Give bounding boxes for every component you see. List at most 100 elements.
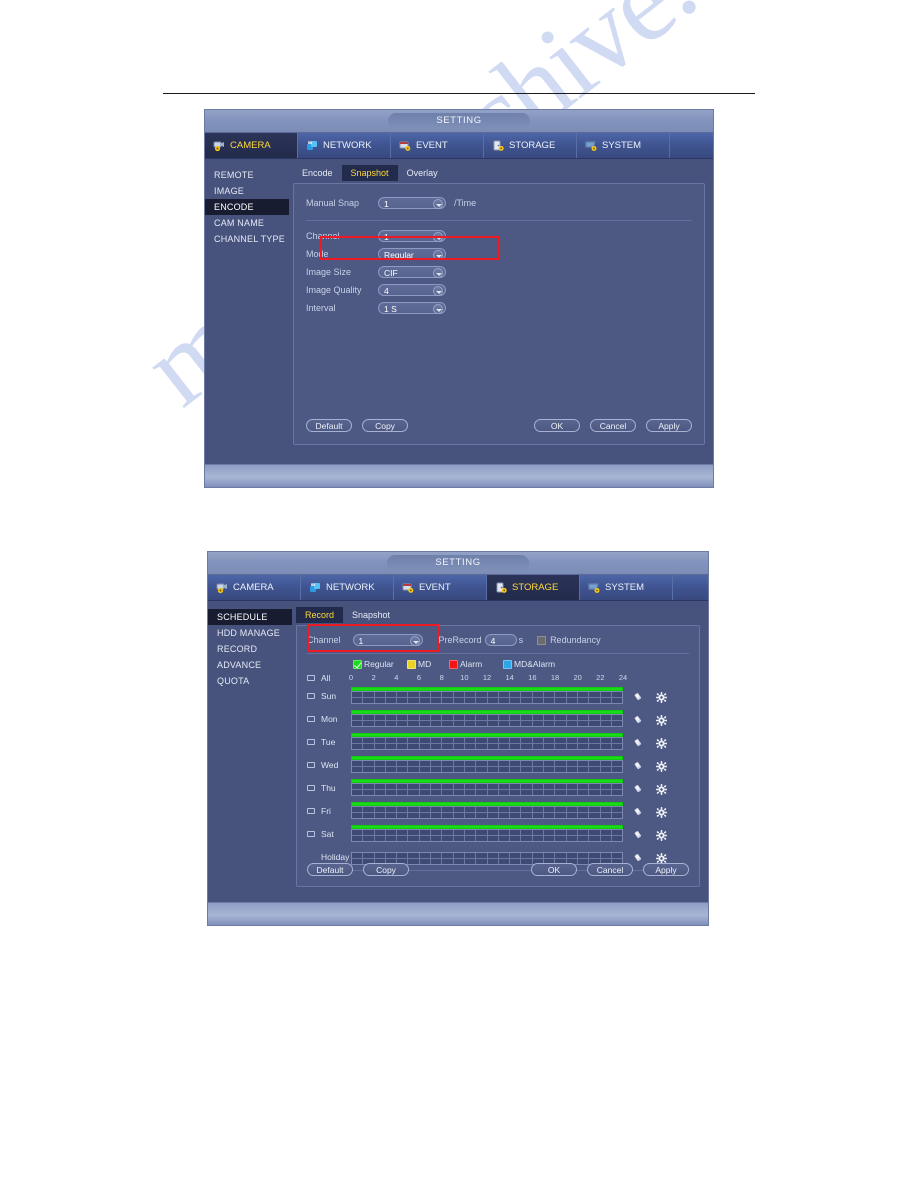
timeline-cell[interactable] [363,714,375,726]
timeline-cell[interactable] [555,806,567,818]
timeline-cell[interactable] [567,737,578,749]
tab-camera[interactable]: CAMERA [208,575,301,600]
dialog2-tabbar[interactable]: CAMERA NETWORK EVENT STORAGE SYSTEM [208,575,708,601]
timeline-cell[interactable] [465,806,477,818]
eraser-icon[interactable] [633,713,644,724]
timeline-cell[interactable] [488,806,499,818]
timeline-cell[interactable] [555,783,567,795]
apply-button[interactable]: Apply [643,862,689,876]
timeline-cell[interactable] [420,806,432,818]
timeline-cell[interactable] [533,737,545,749]
schedule-legend[interactable]: Regular MD Alarm MD&Alarm [353,658,555,670]
timeline-cell[interactable] [431,737,443,749]
legend-item-md-alarm[interactable]: MD&Alarm [503,659,555,669]
timeline-grid[interactable] [351,805,623,819]
gear-icon[interactable] [656,782,667,795]
timeline-cell[interactable] [454,806,465,818]
timeline-cell[interactable] [567,760,578,772]
timeline-cell[interactable] [499,691,511,703]
timeline-cell[interactable] [375,806,386,818]
timeline-cell[interactable] [465,783,477,795]
timeline-cell[interactable] [363,806,375,818]
timeline-cell[interactable] [454,737,465,749]
timeline-cell[interactable] [499,737,511,749]
timeline-cell[interactable] [431,783,443,795]
timeline-cell[interactable] [386,806,398,818]
timeline-cell[interactable] [375,691,386,703]
timeline-cell[interactable] [510,760,522,772]
timeline-cell[interactable] [567,783,578,795]
timeline-cell[interactable] [567,714,578,726]
eraser-icon[interactable] [633,690,644,701]
timeline-cell[interactable] [589,737,601,749]
timeline-cell[interactable] [544,737,556,749]
timeline-cell[interactable] [589,760,601,772]
gear-icon[interactable] [656,805,667,818]
timeline-cell[interactable] [386,737,398,749]
timeline-cell[interactable] [510,737,522,749]
tab-system[interactable]: SYSTEM [580,575,673,600]
dialog1-sidebar[interactable]: REMOTE IMAGE ENCODE CAM NAME CHANNEL TYPE [205,159,289,464]
timeline-cell[interactable] [578,806,590,818]
timeline-cell[interactable] [589,806,601,818]
timeline-cell[interactable] [488,829,499,841]
default-button[interactable]: Default [306,418,352,432]
timeline-grid[interactable] [351,828,623,842]
apply-button[interactable]: Apply [646,418,692,432]
timeline-cell[interactable] [386,691,398,703]
timeline-cell[interactable] [442,829,454,841]
timeline-cell[interactable] [352,737,364,749]
timeline-cell[interactable] [476,783,488,795]
timeline-cell[interactable] [601,760,612,772]
day-checkbox-tue[interactable] [307,738,315,745]
tab-storage[interactable]: STORAGE [487,575,580,600]
redundancy-checkbox[interactable] [537,635,547,645]
timeline-cell[interactable] [431,829,443,841]
timeline-cell[interactable] [521,691,533,703]
schedule-timeline[interactable] [351,732,623,751]
timeline-cell[interactable] [578,714,590,726]
gear-icon[interactable] [656,828,667,841]
timeline-cell[interactable] [510,806,522,818]
timeline-cell[interactable] [420,737,432,749]
timeline-cell[interactable] [589,783,601,795]
timeline-grid[interactable] [351,759,623,773]
timeline-cell[interactable] [454,783,465,795]
eraser-icon[interactable] [633,805,644,816]
channel-select[interactable]: 1 [378,230,446,242]
channel-select[interactable]: 1 [352,634,423,646]
timeline-cell[interactable] [544,783,556,795]
timeline-cell[interactable] [555,714,567,726]
timeline-cell[interactable] [397,829,409,841]
timeline-grid[interactable] [351,736,623,750]
timeline-cell[interactable] [465,760,477,772]
timeline-cell[interactable] [386,829,398,841]
timeline-cell[interactable] [465,691,477,703]
subtab-snapshot[interactable]: Snapshot [341,165,398,181]
sidebar-item-encode[interactable]: ENCODE [205,199,289,215]
timeline-cell[interactable] [533,783,545,795]
schedule-timeline[interactable] [351,778,623,797]
timeline-cell[interactable] [612,715,622,726]
timeline-cell[interactable] [488,714,499,726]
timeline-cell[interactable] [533,714,545,726]
chevron-down-icon[interactable] [409,636,420,646]
tab-system[interactable]: SYSTEM [577,133,670,158]
ok-button[interactable]: OK [531,862,577,876]
tab-storage[interactable]: STORAGE [484,133,577,158]
timeline-cell[interactable] [397,714,409,726]
timeline-grid[interactable] [351,713,623,727]
timeline-cell[interactable] [352,829,364,841]
sidebar-item-channel-type[interactable]: CHANNEL TYPE [205,231,289,247]
gear-icon[interactable] [656,713,667,726]
eraser-icon[interactable] [633,782,644,793]
timeline-cell[interactable] [521,737,533,749]
timeline-cell[interactable] [488,691,499,703]
timeline-cell[interactable] [612,830,622,841]
timeline-cell[interactable] [442,691,454,703]
timeline-cell[interactable] [521,760,533,772]
sidebar-item-hdd-manage[interactable]: HDD MANAGE [208,625,292,641]
timeline-cell[interactable] [476,760,488,772]
timeline-cell[interactable] [397,783,409,795]
timeline-cell[interactable] [375,737,386,749]
